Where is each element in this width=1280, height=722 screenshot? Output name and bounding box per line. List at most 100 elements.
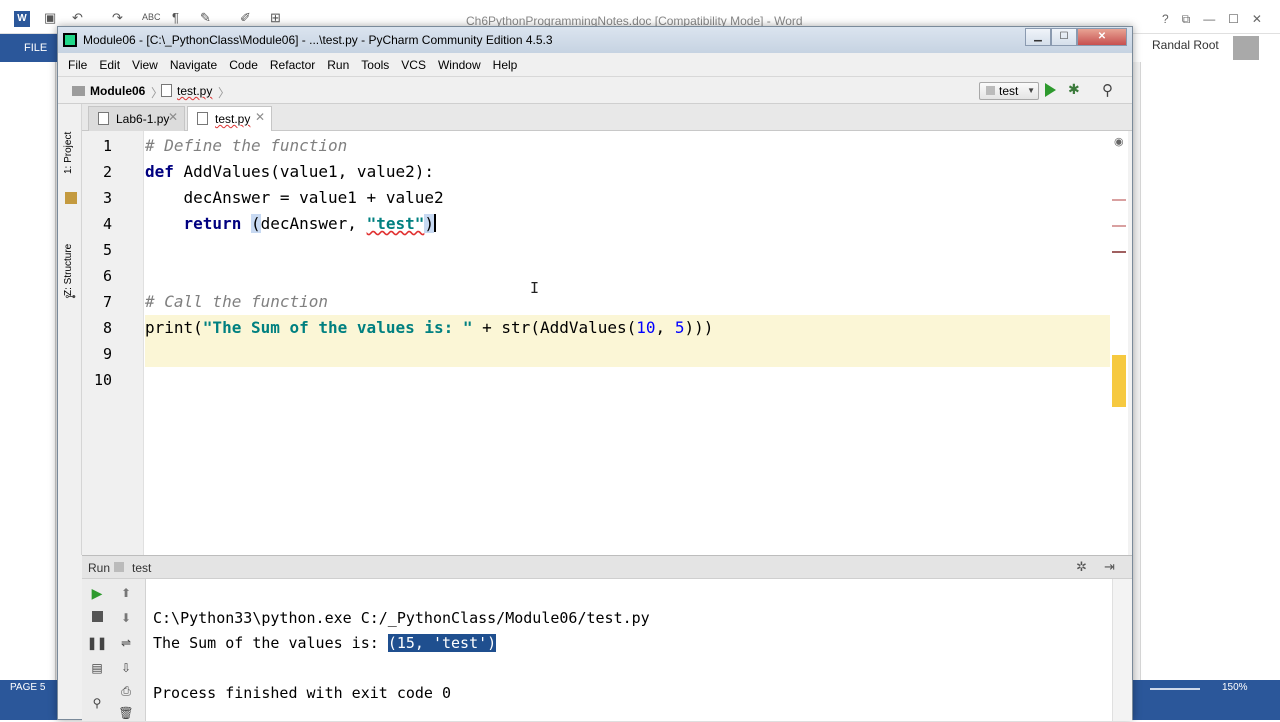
menu-window[interactable]: Window (432, 53, 487, 76)
pycharm-title-bar[interactable]: Module06 - [C:\_PythonClass\Module06] - … (58, 27, 1132, 53)
code-line[interactable]: def AddValues(value1, value2): (145, 159, 1110, 185)
code-text: decAnswer, (260, 214, 367, 233)
console-output-text: The Sum of the values is: (153, 634, 388, 652)
code-line[interactable]: decAnswer = value1 + value2 (145, 185, 1110, 211)
eye-icon[interactable]: ◉ (1114, 135, 1124, 148)
stop-icon[interactable] (87, 609, 107, 627)
tab-label: Lab6-1.py (116, 112, 170, 126)
code-text: , (655, 318, 675, 337)
trash-icon[interactable]: 🗑 (116, 704, 136, 722)
breadcrumb-module[interactable]: Module06 (90, 84, 145, 98)
arrow-down-icon[interactable]: ⬇ (116, 609, 136, 627)
chevron-down-icon: ▼ (1027, 86, 1035, 95)
line-number: 6 (102, 267, 112, 285)
save-icon[interactable]: ▣ (44, 10, 56, 26)
tab-structure[interactable]: Z: Structure (63, 224, 74, 296)
console-scrollbar[interactable] (1112, 579, 1132, 721)
line-number: 4 (102, 215, 112, 233)
zoom-slider[interactable] (1150, 688, 1200, 690)
paragraph-icon[interactable]: ¶ (172, 10, 179, 25)
code-line[interactable]: return (decAnswer, "test") (145, 211, 1110, 237)
word-zoom-level[interactable]: 150% (1222, 682, 1248, 693)
undo-icon[interactable]: ↶ (72, 10, 83, 26)
layout-icon[interactable]: ▤ (87, 659, 107, 677)
run-console[interactable]: C:\Python33\python.exe C:/_PythonClass/M… (146, 579, 1112, 721)
pycharm-app-icon (63, 33, 77, 47)
pycharm-window-controls: ▁ ☐ ✕ (1025, 28, 1129, 46)
maximize-icon[interactable]: ☐ (1228, 12, 1239, 27)
code-number: 10 (636, 318, 656, 337)
scroll-to-end-icon[interactable]: ⇩ (116, 659, 136, 677)
avatar[interactable] (1233, 36, 1259, 60)
project-tool-icon[interactable] (65, 192, 77, 204)
menu-vcs[interactable]: VCS (395, 53, 432, 76)
error-stripe-marker[interactable] (1112, 225, 1126, 227)
format-icon[interactable]: ✎ (200, 10, 211, 26)
run-icon[interactable] (1045, 83, 1056, 97)
spelling-icon[interactable]: ABC (142, 12, 161, 22)
maximize-button[interactable]: ☐ (1051, 28, 1077, 46)
tab-test-py[interactable]: test.py ✕ (187, 106, 272, 132)
menu-navigate[interactable]: Navigate (164, 53, 223, 76)
word-window-controls: ? ⧉ — ☐ ✕ (1162, 12, 1262, 27)
word-user-name[interactable]: Randal Root (1152, 38, 1219, 52)
tab-lab6-1[interactable]: Lab6-1.py ✕ (88, 106, 185, 131)
close-button[interactable]: ✕ (1077, 28, 1127, 46)
help-icon[interactable]: ? (1162, 12, 1169, 27)
tab-label: test.py (215, 112, 251, 126)
menu-help[interactable]: Help (487, 53, 524, 76)
editor-scrollbar[interactable] (1128, 131, 1132, 555)
word-file-tab[interactable]: FILE (0, 34, 58, 62)
print-icon[interactable]: ⎙ (116, 682, 136, 700)
close-icon[interactable]: ✕ (255, 110, 265, 124)
code-keyword: def (145, 162, 174, 181)
menu-view[interactable]: View (126, 53, 164, 76)
draw-icon[interactable]: ✐ (240, 10, 251, 26)
run-configuration-label: test (999, 84, 1019, 98)
gear-icon[interactable]: ✲ (1076, 559, 1087, 575)
tab-project[interactable]: 1: Project (63, 114, 74, 174)
minimize-button[interactable]: ▁ (1025, 28, 1051, 46)
pause-icon[interactable]: ❚❚ (87, 634, 107, 652)
pin-icon[interactable]: ⚲ (87, 694, 107, 712)
error-stripe-marker[interactable] (1112, 251, 1126, 253)
structure-tool-icon[interactable]: ⊶ (65, 290, 76, 303)
menu-run[interactable]: Run (321, 53, 355, 76)
console-output: The Sum of the values is: (15, 'test') (153, 634, 497, 652)
code-text: AddValues(value1, value2): (173, 162, 434, 181)
code-line-current[interactable] (145, 341, 1110, 367)
hide-panel-icon[interactable]: ⇥ (1104, 559, 1115, 575)
line-number: 1 (102, 137, 112, 155)
arrow-up-icon[interactable]: ⬆ (116, 584, 136, 602)
redo-icon[interactable]: ↷ (112, 10, 123, 26)
rerun-icon[interactable]: ▶ (87, 584, 107, 602)
menu-tools[interactable]: Tools (355, 53, 395, 76)
error-stripe-marker[interactable] (1112, 199, 1126, 201)
word-page-indicator[interactable]: PAGE 5 (10, 682, 45, 693)
run-configuration-select[interactable]: test ▼ (979, 82, 1039, 100)
menu-refactor[interactable]: Refactor (264, 53, 321, 76)
console-exit-message: Process finished with exit code 0 (153, 684, 452, 702)
console-command: C:\Python33\python.exe C:/_PythonClass/M… (153, 609, 650, 627)
matched-paren: ( (250, 214, 261, 233)
debug-icon[interactable]: ✱ (1068, 81, 1080, 98)
run-panel-config[interactable]: test (132, 561, 151, 575)
code-area[interactable]: # Define the function def AddValues(valu… (145, 131, 1110, 555)
close-icon[interactable]: ✕ (168, 110, 178, 124)
soft-wrap-icon[interactable]: ⇌ (116, 634, 136, 652)
word-document-area (1140, 62, 1280, 680)
menu-code[interactable]: Code (223, 53, 264, 76)
ribbon-display-icon[interactable]: ⧉ (1182, 12, 1191, 27)
menu-file[interactable]: File (62, 53, 93, 76)
code-line-current[interactable]: print("The Sum of the values is: " + str… (145, 315, 1110, 341)
breadcrumb-file[interactable]: test.py (177, 84, 212, 98)
minimize-icon[interactable]: — (1203, 12, 1215, 27)
table-icon[interactable]: ⊞ (270, 10, 281, 26)
code-line[interactable]: # Define the function (145, 133, 1110, 159)
close-icon[interactable]: ✕ (1252, 12, 1262, 27)
menu-edit[interactable]: Edit (93, 53, 126, 76)
search-icon[interactable]: ⚲ (1102, 81, 1113, 99)
code-editor[interactable]: 1 2 3 4 5 6 7 8 9 10 # Define the functi… (82, 131, 1132, 555)
code-line[interactable]: # Call the function (145, 289, 1110, 315)
warning-stripe-marker[interactable] (1112, 355, 1126, 407)
